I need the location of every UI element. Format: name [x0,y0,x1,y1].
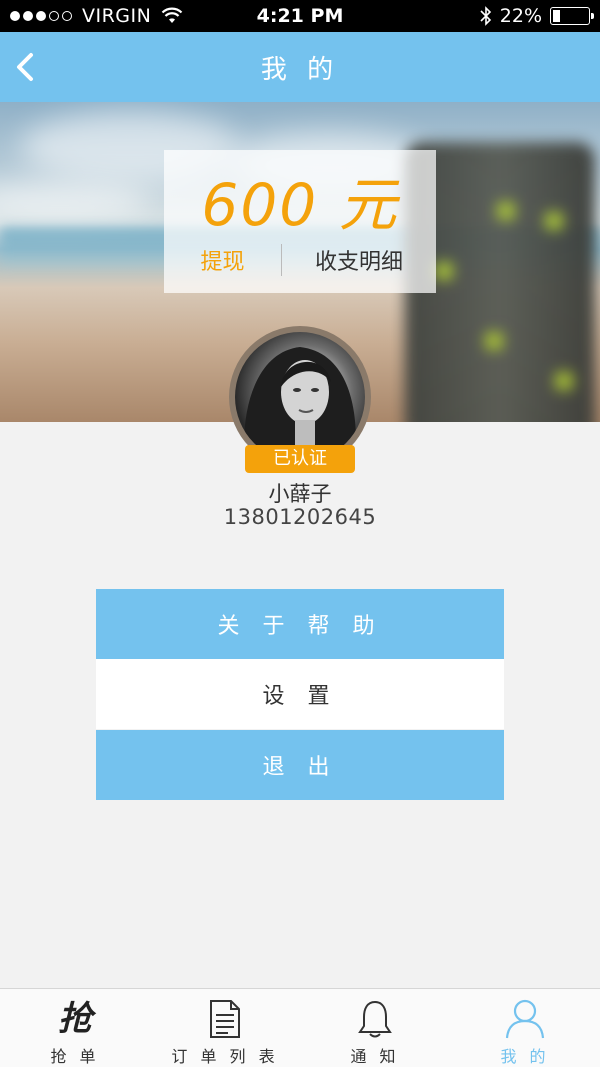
carrier-name: VIRGIN [82,5,152,27]
chevron-left-icon[interactable] [12,52,38,82]
user-name: 小薛子 [268,482,332,506]
about-help-button[interactable]: 关 于 帮 助 [96,589,504,659]
grab-order-icon: 抢 [58,999,92,1039]
wifi-icon [162,7,183,23]
battery-percent: 22% [499,5,542,27]
battery-icon [550,7,594,25]
logout-button[interactable]: 退 出 [96,730,504,800]
system-indicators: 22% [480,5,594,27]
page-title: 我 的 [260,54,340,85]
tab-label: 订 单 列 表 [171,1047,279,1066]
document-icon [203,997,247,1041]
user-icon [503,997,547,1041]
carrier-area: VIRGIN [10,5,210,27]
tab-order-list[interactable]: 订 单 列 表 [150,989,300,1067]
tab-label: 抢 单 [50,1047,100,1066]
withdraw-button[interactable]: 提现 [164,244,281,276]
tab-bar: 抢 抢 单 订 单 列 表 通 知 我 的 [0,988,600,1067]
tab-label: 通 知 [350,1047,400,1066]
portrait-image [244,347,356,462]
navigation-bar: 我 的 [0,32,600,102]
transaction-details-button[interactable]: 收支明细 [282,244,436,276]
profile-page: VIRGIN 4:21 PM 22% 我 的 600 元 提现 收支明细 已认证… [0,0,600,1067]
settings-button[interactable]: 设 置 [96,659,504,729]
bell-icon [353,997,397,1041]
bluetooth-icon [480,6,491,26]
banner-cloud [0,182,150,222]
wallet-actions: 提现 收支明细 [164,242,436,278]
status-bar: VIRGIN 4:21 PM 22% [0,0,600,32]
tab-notifications[interactable]: 通 知 [300,989,450,1067]
battery-level [553,10,561,22]
avatar-photo [235,332,365,462]
signal-strength-icon [10,11,72,21]
wallet-balance: 600 元 [201,171,399,239]
tab-label: 我 的 [500,1047,550,1066]
tab-profile[interactable]: 我 的 [450,989,600,1067]
tab-grab-order[interactable]: 抢 抢 单 [0,989,150,1067]
verified-badge: 已认证 [245,445,355,473]
wallet-card: 600 元 提现 收支明细 [164,150,436,293]
user-phone: 13801202645 [223,505,377,529]
